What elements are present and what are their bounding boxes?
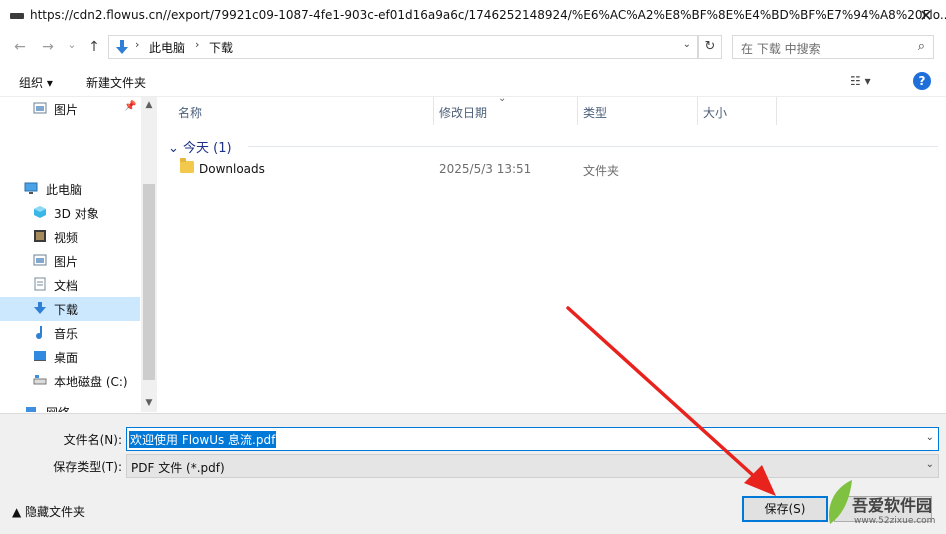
watermark-leaf-icon <box>828 480 852 524</box>
watermark: 吾爱软件园 www.52zixue.com <box>822 470 946 533</box>
watermark-text: 吾爱软件园 <box>852 496 933 515</box>
annotation-arrow <box>566 306 776 496</box>
watermark-url: www.52zixue.com <box>854 516 936 526</box>
